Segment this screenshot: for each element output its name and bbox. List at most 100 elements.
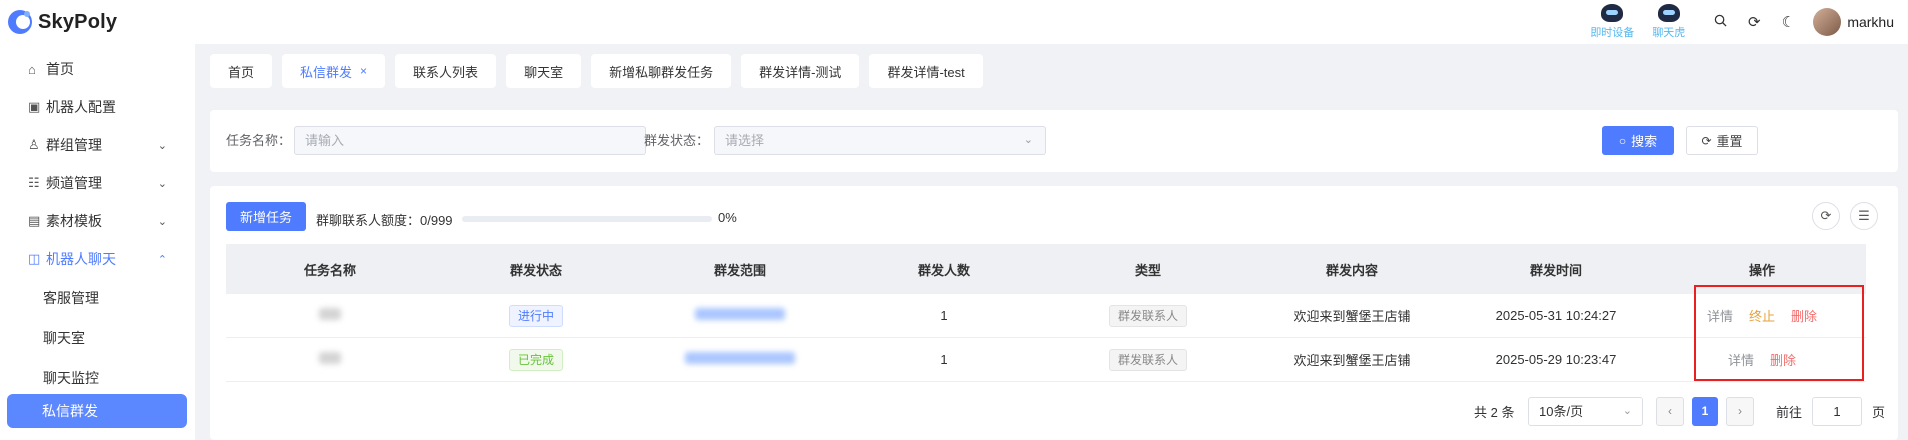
sidebar-item-robot-chat[interactable]: ◫ 机器人聊天 ⌃: [0, 240, 195, 278]
goto-page-input[interactable]: 1: [1812, 396, 1863, 426]
avatar[interactable]: [1813, 8, 1842, 36]
skypoly-logo-icon: [8, 10, 32, 34]
type-badge: 群发联系人: [1108, 304, 1187, 327]
chevron-down-icon: ⌄: [157, 139, 167, 152]
users-icon: ♙: [28, 137, 40, 152]
status-cell: 进行中: [434, 304, 638, 327]
tab-private-broadcast[interactable]: 私信群发 ×: [282, 54, 386, 88]
sidebar-item-home[interactable]: ⌂ 首页: [0, 50, 195, 88]
column-header: 群发状态: [509, 262, 562, 278]
status-select-placeholder: 请选择: [725, 133, 765, 148]
task-name-cell: [226, 308, 434, 323]
sidebar-item-label: 机器人聊天: [46, 251, 116, 267]
quota-percent: 0%: [718, 210, 737, 225]
username[interactable]: markhu: [1847, 14, 1894, 30]
mascot-label-1: 即时设备: [1590, 27, 1635, 39]
refresh-icon: ⟳: [1820, 208, 1832, 223]
new-task-button[interactable]: 新增任务: [226, 202, 306, 231]
status-badge: 进行中: [508, 304, 563, 327]
sidebar-subitem-cs-mgmt[interactable]: 客服管理: [0, 278, 195, 318]
tab-label: 首页: [228, 64, 255, 80]
chevron-left-icon: ‹: [1668, 404, 1672, 418]
page-number-current[interactable]: 1: [1692, 396, 1718, 426]
page-size-wrap: 10条/页 ⌄: [1528, 396, 1643, 426]
column-header: 类型: [1134, 262, 1161, 278]
sidebar-subitem-chatroom[interactable]: 聊天室: [0, 318, 195, 358]
chevron-right-icon: ›: [1738, 404, 1742, 418]
sidebar-item-label: 首页: [46, 61, 74, 77]
robot-mascot-icon: [1657, 4, 1680, 22]
goto-wrap: 前往 1 页: [1776, 396, 1885, 426]
search-icon: ○: [1618, 133, 1627, 148]
tab-broadcast-detail-test-cn[interactable]: 群发详情-测试: [741, 54, 860, 88]
reset-button[interactable]: ⟳ 重置: [1686, 126, 1758, 155]
time-cell: 2025-05-29 10:23:47: [1495, 352, 1617, 367]
scope-cell: [638, 352, 842, 367]
type-cell: 群发联系人: [1046, 304, 1250, 327]
filter-panel: 任务名称： 请输入 群发状态： 请选择 ⌄ ○ 搜索 ⟳ 重置: [210, 110, 1898, 172]
sidebar-item-label: 群组管理: [46, 137, 102, 153]
app-name: SkyPoly: [38, 10, 118, 33]
table-row: 已完成 1 群发联系人 欢迎来到蟹堡王店铺 2025-05-29 10:23:4…: [226, 338, 1866, 382]
redacted-text: [319, 352, 341, 364]
sidebar-item-label: 频道管理: [46, 175, 102, 191]
search-button[interactable]: ○ 搜索: [1602, 126, 1674, 155]
task-name-label: 任务名称：: [226, 133, 292, 148]
count-cell: 1: [940, 352, 948, 367]
sidebar-subitem-label: 私信群发: [42, 403, 98, 419]
prev-page-button[interactable]: ‹: [1656, 396, 1684, 426]
sliders-icon: ☰: [1858, 208, 1870, 223]
column-header: 群发范围: [713, 262, 766, 278]
page-nav: ‹ 1 ›: [1656, 396, 1754, 426]
task-list-card: 新增任务 群聊联系人额度：0/999 0% ⟳ ☰ 任务名称 群发状态 群发范围…: [210, 186, 1898, 440]
tab-home[interactable]: 首页: [210, 54, 273, 88]
table-header: 任务名称 群发状态 群发范围 群发人数 类型 群发内容 群发时间 操作: [226, 244, 1866, 294]
redacted-link[interactable]: [685, 352, 795, 364]
table-row: 进行中 1 群发联系人 欢迎来到蟹堡王店铺 2025-05-31 10:24:2…: [226, 294, 1866, 338]
sidebar-item-channel-mgmt[interactable]: ☷ 频道管理 ⌄: [0, 164, 195, 202]
search-icon[interactable]: [1703, 14, 1737, 31]
time-cell: 2025-05-31 10:24:27: [1495, 308, 1617, 323]
tab-label: 新增私聊群发任务: [609, 64, 714, 80]
pagination-total: 共 2 条: [1474, 404, 1515, 420]
type-badge: 群发联系人: [1108, 348, 1187, 371]
chevron-up-icon: ⌃: [157, 253, 167, 266]
chevron-down-icon: ⌄: [157, 177, 167, 190]
refresh-icon[interactable]: ⟳: [1737, 13, 1771, 31]
task-name-input[interactable]: 请输入: [294, 126, 646, 155]
column-header: 操作: [1748, 262, 1775, 278]
tab-broadcast-detail-test[interactable]: 群发详情-test: [869, 54, 983, 88]
page-size-select[interactable]: 10条/页 ⌄: [1528, 396, 1643, 426]
mascot-button-1[interactable]: 即时设备: [1590, 4, 1634, 40]
sidebar-subitem-private-broadcast[interactable]: 私信群发: [7, 394, 187, 428]
sidebar-subitem-label: 聊天监控: [43, 370, 99, 386]
mascot-button-2[interactable]: 聊天虎: [1652, 4, 1685, 40]
redacted-link[interactable]: [695, 308, 785, 320]
quota-progress-bar: [462, 216, 712, 222]
page-size-value: 10条/页: [1539, 403, 1584, 419]
app-logo[interactable]: SkyPoly: [6, 8, 117, 36]
column-settings-button[interactable]: ☰: [1850, 202, 1878, 230]
list-icon: ☷: [28, 175, 40, 190]
home-icon: ⌂: [28, 61, 36, 77]
sidebar-subitem-chat-monitor[interactable]: 聊天监控: [0, 358, 195, 398]
close-icon[interactable]: ×: [360, 64, 367, 78]
moon-icon[interactable]: ☾: [1771, 13, 1805, 31]
status-cell: 已完成: [434, 348, 638, 371]
tab-label: 群发详情-test: [887, 64, 965, 80]
content-cell: 欢迎来到蟹堡王店铺: [1293, 309, 1411, 324]
scope-cell: [638, 308, 842, 323]
tab-new-broadcast-task[interactable]: 新增私聊群发任务: [591, 54, 732, 88]
image-icon: ▤: [28, 213, 41, 228]
sidebar-item-group-mgmt[interactable]: ♙ 群组管理 ⌄: [0, 126, 195, 164]
sidebar-item-material-template[interactable]: ▤ 素材模板 ⌄: [0, 202, 195, 240]
column-header: 群发内容: [1325, 262, 1378, 278]
tab-chatroom[interactable]: 聊天室: [506, 54, 582, 88]
tab-contact-list[interactable]: 联系人列表: [395, 54, 497, 88]
sidebar-item-robot-config[interactable]: ▣ 机器人配置: [0, 88, 195, 126]
next-page-button[interactable]: ›: [1726, 396, 1754, 426]
status-select[interactable]: 请选择 ⌄: [714, 126, 1046, 155]
sidebar: ⌂ 首页 ▣ 机器人配置 ♙ 群组管理 ⌄ ☷ 频道管理 ⌄ ▤ 素材模板 ⌄ ◫ 机器人聊天 ⌃ …: [0, 44, 195, 440]
tab-label: 群发详情-测试: [759, 64, 842, 80]
refresh-table-button[interactable]: ⟳: [1812, 202, 1840, 230]
